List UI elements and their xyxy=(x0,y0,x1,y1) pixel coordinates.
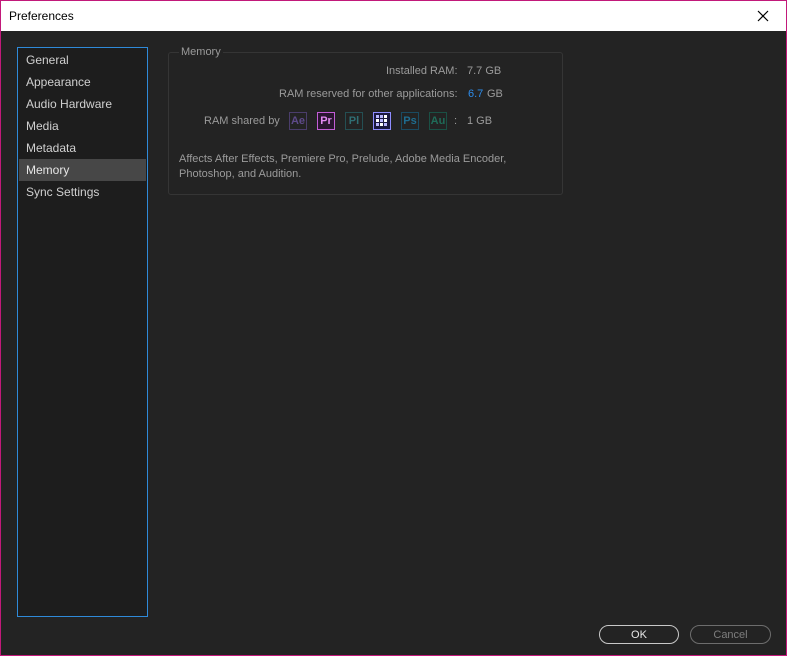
sidebar-item-memory[interactable]: Memory xyxy=(19,159,146,181)
media-encoder-icon xyxy=(373,112,391,130)
preferences-sidebar: General Appearance Audio Hardware Media … xyxy=(17,47,148,617)
preferences-window: Preferences General Appearance Audio Har… xyxy=(0,0,787,656)
title-bar: Preferences xyxy=(1,1,786,31)
close-icon xyxy=(757,10,769,22)
sidebar-item-appearance[interactable]: Appearance xyxy=(19,71,146,93)
sidebar-item-sync-settings[interactable]: Sync Settings xyxy=(19,181,146,203)
audition-icon: Au xyxy=(429,112,447,130)
ram-shared-value: 1 GB xyxy=(467,115,493,127)
memory-description: Affects After Effects, Premiere Pro, Pre… xyxy=(179,153,507,180)
premiere-pro-icon: Pr xyxy=(317,112,335,130)
window-title: Preferences xyxy=(9,9,74,23)
reserved-ram-label: RAM reserved for other applications: xyxy=(279,88,458,100)
reserved-ram-unit: GB xyxy=(487,88,503,100)
ram-shared-label: RAM shared by xyxy=(204,115,280,127)
close-button[interactable] xyxy=(740,1,786,31)
ram-shared-separator: : xyxy=(454,115,458,127)
reserved-ram-value[interactable]: 6.7 xyxy=(468,88,483,100)
cancel-button[interactable]: Cancel xyxy=(690,625,771,644)
installed-ram-value: 7.7 GB xyxy=(467,65,502,77)
installed-ram-label: Installed RAM: xyxy=(386,65,458,77)
ok-button[interactable]: OK xyxy=(599,625,679,644)
sidebar-item-metadata[interactable]: Metadata xyxy=(19,137,146,159)
photoshop-icon: Ps xyxy=(401,112,419,130)
sidebar-item-media[interactable]: Media xyxy=(19,115,146,137)
media-encoder-glyph-icon xyxy=(376,115,387,126)
sidebar-item-audio-hardware[interactable]: Audio Hardware xyxy=(19,93,146,115)
prelude-icon: Pl xyxy=(345,112,363,130)
sidebar-item-general[interactable]: General xyxy=(19,49,146,71)
memory-group-title: Memory xyxy=(179,46,223,58)
after-effects-icon: Ae xyxy=(289,112,307,130)
